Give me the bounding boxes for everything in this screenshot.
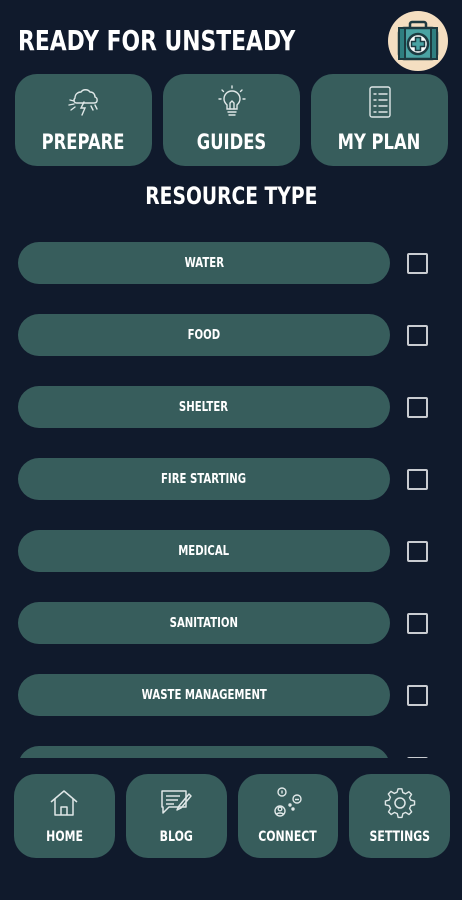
resource-sanitation-button[interactable]: SANITATION (18, 602, 390, 644)
bottom-nav: HOME BLOG CONNECT SETTINGS (14, 774, 450, 858)
resource-waste-management-button[interactable]: WASTE MANAGEMENT (18, 674, 390, 716)
resource-next-button[interactable] (18, 746, 390, 758)
resource-medical-button[interactable]: MEDICAL (18, 530, 390, 572)
resource-next-checkbox[interactable] (407, 757, 428, 758)
resource-water-button[interactable]: WATER (18, 242, 390, 284)
nav-blog-label: BLOG (159, 829, 193, 845)
lightbulb-icon (217, 84, 247, 120)
nav-connect-button[interactable]: CONNECT (237, 774, 339, 858)
guides-button[interactable]: GUIDES (163, 74, 300, 166)
storm-icon (67, 84, 101, 120)
checklist-icon (366, 84, 394, 120)
resource-shelter-checkbox[interactable] (407, 397, 428, 418)
resource-shelter-button[interactable]: SHELTER (18, 386, 390, 428)
section-title: RESOURCE TYPE (144, 182, 318, 210)
list-item: SHELTER (18, 386, 434, 428)
top-tiles: PREPARE GUIDES MY PLAN (15, 74, 448, 166)
resource-waste-management-checkbox[interactable] (407, 685, 428, 706)
nav-settings-button[interactable]: SETTINGS (349, 774, 450, 858)
nav-blog-button[interactable]: BLOG (125, 774, 227, 858)
resource-food-checkbox[interactable] (407, 325, 428, 346)
first-aid-kit-icon (397, 20, 439, 61)
home-icon (48, 787, 80, 819)
connect-icon (271, 787, 305, 819)
resource-sanitation-checkbox[interactable] (407, 613, 428, 634)
prepare-button[interactable]: PREPARE (15, 74, 152, 166)
nav-connect-label: CONNECT (258, 829, 318, 845)
first-aid-kit-button[interactable] (388, 11, 448, 71)
resource-list[interactable]: WATER FOOD SHELTER FIRE STARTING MEDICAL… (0, 230, 462, 758)
resource-food-button[interactable]: FOOD (18, 314, 390, 356)
resource-medical-checkbox[interactable] (407, 541, 428, 562)
nav-home-label: HOME (45, 829, 83, 845)
list-item: FOOD (18, 314, 434, 356)
list-item: FIRE STARTING (18, 458, 434, 500)
blog-icon (159, 787, 193, 819)
nav-home-button[interactable]: HOME (14, 774, 115, 858)
list-item: WASTE MANAGEMENT (18, 674, 434, 716)
resource-fire-starting-button[interactable]: FIRE STARTING (18, 458, 390, 500)
list-item: WATER (18, 242, 434, 284)
list-item: SANITATION (18, 602, 434, 644)
list-item (18, 746, 434, 758)
nav-settings-label: SETTINGS (369, 829, 430, 845)
resource-water-checkbox[interactable] (407, 253, 428, 274)
my-plan-button[interactable]: MY PLAN (311, 74, 448, 166)
guides-label: GUIDES (196, 130, 267, 154)
prepare-label: PREPARE (42, 130, 125, 154)
my-plan-label: MY PLAN (338, 130, 421, 154)
gear-icon (384, 787, 416, 819)
list-item: MEDICAL (18, 530, 434, 572)
app-title: READY FOR UNSTEADY (18, 24, 296, 57)
resource-fire-starting-checkbox[interactable] (407, 469, 428, 490)
